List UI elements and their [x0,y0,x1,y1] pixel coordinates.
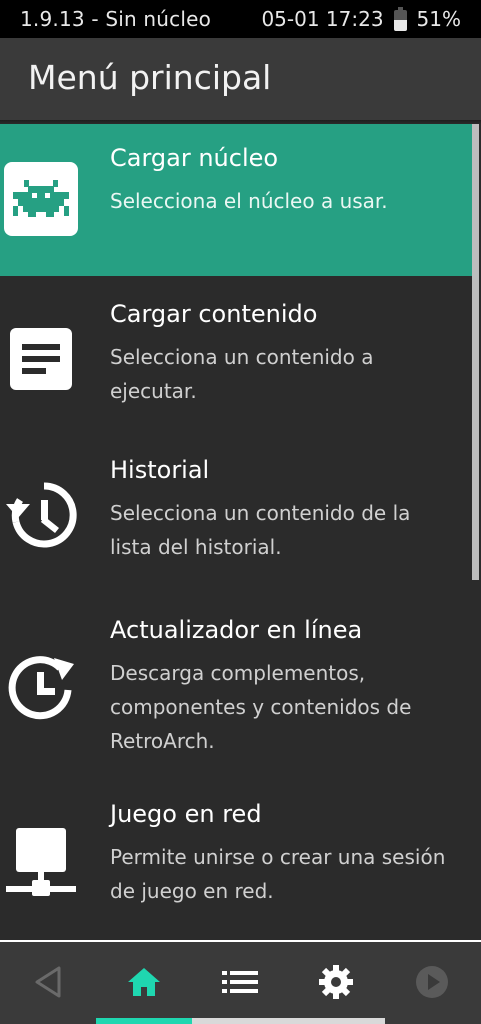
status-clock: 05-01 17:23 [261,7,384,31]
retroarch-invader-icon [4,162,78,236]
clock-update-icon [4,650,78,724]
menu-item-description: Selecciona un contenido de la lista del … [110,501,411,559]
menu-item-description: Descarga complementos, componentes y con… [110,661,412,753]
menu-item-label: Cargar contenido [110,300,318,328]
menu-item-description: Permite unirse o crear una sesión de jue… [110,845,446,903]
menu-item-label: Cargar núcleo [110,144,279,172]
back-triangle-icon[interactable] [28,962,68,1002]
history-icon [4,478,78,552]
play-circle-icon[interactable] [412,962,452,1002]
list-icon[interactable] [220,962,260,1002]
status-version-text: 1.9.13 - Sin núcleo [20,7,212,31]
menu-item-label: Historial [110,456,210,484]
menu-item-load-content[interactable]: Cargar contenido Selecciona un contenido… [0,276,472,436]
menu-item-description: Selecciona el núcleo a usar. [110,189,388,213]
nav-active-indicator [96,1018,192,1024]
page-title: Menú principal [28,58,272,97]
main-menu-list[interactable]: Cargar núcleo Selecciona el núcleo a usa… [0,124,481,940]
home-icon[interactable] [124,962,164,1002]
battery-icon [393,7,407,31]
status-bar: 1.9.13 - Sin núcleo 05-01 17:23 51% [0,0,481,38]
network-icon [4,826,78,900]
app-header: Menú principal [0,38,481,120]
battery-percent: 51% [416,7,461,31]
menu-item-description: Selecciona un contenido a ejecutar. [110,345,374,403]
menu-item-netplay[interactable]: Juego en red Permite unirse o crear una … [0,778,472,940]
scrollbar[interactable] [472,124,479,580]
gear-icon[interactable] [316,962,356,1002]
menu-item-load-core[interactable]: Cargar núcleo Selecciona el núcleo a usa… [0,124,472,276]
status-right-group: 05-01 17:23 51% [261,7,461,31]
menu-item-label: Juego en red [110,800,262,828]
document-icon [4,322,78,396]
menu-item-label: Actualizador en línea [110,616,363,644]
bottom-navigation [0,942,481,1024]
menu-item-history[interactable]: Historial Selecciona un contenido de la … [0,436,472,592]
menu-item-online-updater[interactable]: Actualizador en línea Descarga complemen… [0,592,472,778]
